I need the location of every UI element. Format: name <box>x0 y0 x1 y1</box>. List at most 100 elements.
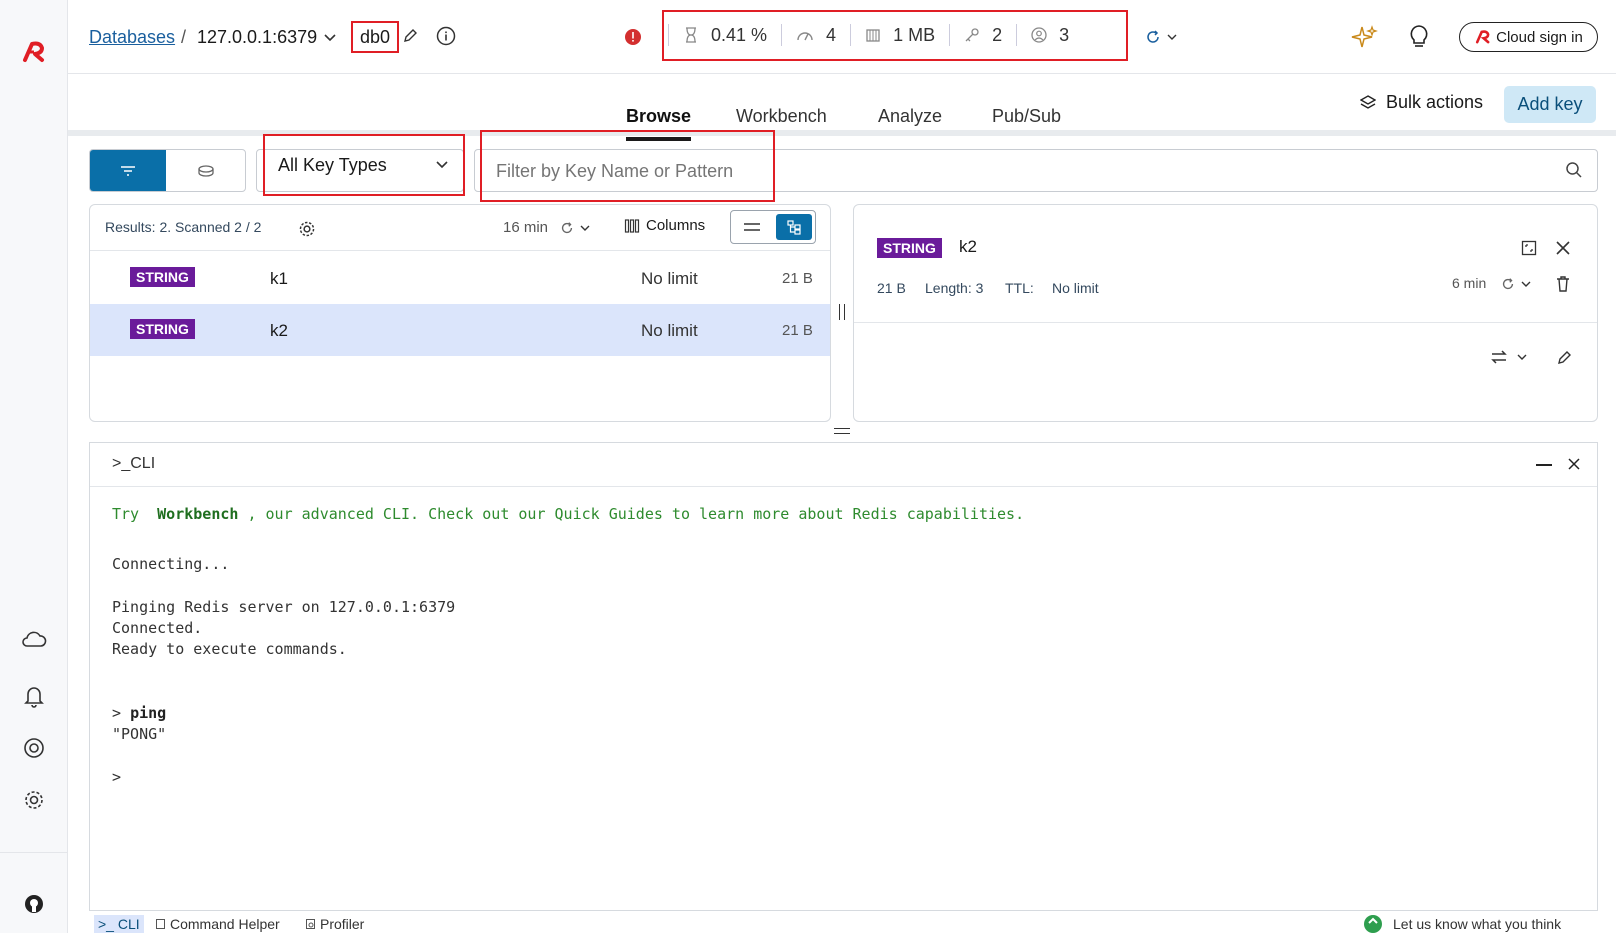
breadcrumb-databases-link[interactable]: Databases <box>89 27 175 48</box>
memory-icon <box>866 29 880 42</box>
cli-resize-handle[interactable] <box>834 428 850 434</box>
settings-gear-icon[interactable] <box>18 784 50 816</box>
search-input[interactable] <box>496 156 1096 186</box>
tab-pubsub[interactable]: Pub/Sub <box>992 106 1061 127</box>
detail-size: 21 B <box>877 280 906 296</box>
close-details-icon[interactable] <box>1554 239 1572 257</box>
tree-view-icon <box>787 220 801 235</box>
list-refresh-button[interactable] <box>559 220 591 236</box>
detail-key-name: k2 <box>959 237 977 256</box>
cli-tab-label: >_ CLI <box>98 916 140 932</box>
key-type-badge: STRING <box>130 267 195 287</box>
chevron-down-icon <box>1517 354 1527 360</box>
database-stats: 0.41 % 4 1 MB 2 3 <box>668 24 1069 46</box>
sidebar <box>0 0 68 933</box>
auto-refresh-button[interactable] <box>1144 28 1178 46</box>
sidebar-divider <box>0 852 68 853</box>
detail-refresh-button[interactable] <box>1500 276 1532 292</box>
tab-workbench[interactable]: Workbench <box>736 106 827 127</box>
command-helper-button[interactable]: Command Helper <box>155 916 280 932</box>
stat-ops-value: 4 <box>826 24 837 45</box>
key-details-panel: STRING k2 21 B Length: 3 TTL: No limit 6… <box>853 204 1598 422</box>
stat-memory: 1 MB <box>865 25 935 46</box>
stat-separator <box>850 24 852 46</box>
host-selector[interactable]: 127.0.0.1:6379 <box>197 27 337 48</box>
detail-ttl-label: TTL: <box>1005 280 1034 296</box>
notification-bell-icon[interactable] <box>18 680 50 712</box>
detail-length: Length: 3 <box>925 280 984 296</box>
cli-ready: Ready to execute commands. <box>112 640 347 658</box>
cloud-sign-in-button[interactable]: Cloud sign in <box>1459 22 1598 52</box>
chevron-down-icon <box>1167 34 1177 40</box>
chevron-down-icon <box>436 161 448 169</box>
edit-db-pencil-icon[interactable] <box>402 28 418 44</box>
panel-resize-handle[interactable] <box>839 304 845 320</box>
key-ttl: No limit <box>641 269 698 288</box>
github-icon[interactable] <box>18 888 50 920</box>
search-view-button[interactable] <box>166 150 245 191</box>
table-row-selected[interactable]: STRING k2 No limit 21 B <box>90 304 830 356</box>
scan-settings-gear-icon[interactable] <box>298 220 316 238</box>
cli-tab-button[interactable]: >_ CLI <box>94 915 144 933</box>
list-view-button[interactable] <box>731 211 773 243</box>
detail-type-badge: STRING <box>877 238 942 258</box>
key-type-select[interactable]: All Key Types <box>263 134 465 196</box>
search-icon[interactable] <box>1565 161 1583 179</box>
feedback-link[interactable]: Let us know what you think <box>1363 914 1561 933</box>
breadcrumb-separator: / <box>181 27 187 47</box>
stat-memory-value: 1 MB <box>893 24 936 45</box>
minimize-cli-icon[interactable] <box>1536 464 1552 466</box>
profiler-label: Profiler <box>320 916 365 932</box>
tree-view-button[interactable] <box>776 214 812 240</box>
columns-button[interactable]: Columns <box>624 217 705 234</box>
key-name: k2 <box>270 321 288 340</box>
db-index-box[interactable]: db0 <box>351 21 399 53</box>
close-cli-icon[interactable] <box>1567 457 1581 471</box>
cli-input-prompt[interactable]: > <box>112 768 121 786</box>
detail-ttl-value[interactable]: No limit <box>1052 280 1099 296</box>
chevron-down-icon <box>324 33 336 41</box>
format-selector[interactable] <box>1490 349 1528 365</box>
stat-separator <box>668 24 669 46</box>
document-icon <box>156 919 165 929</box>
feedback-label: Let us know what you think <box>1393 915 1562 932</box>
add-key-button[interactable]: Add key <box>1504 86 1596 123</box>
ai-assistant-sparkle-icon[interactable] <box>1350 24 1378 52</box>
help-center-icon[interactable] <box>18 732 50 764</box>
cloud-icon[interactable] <box>18 623 50 655</box>
cli-workbench-link[interactable]: Workbench <box>157 505 238 523</box>
delete-key-trash-icon[interactable] <box>1555 275 1571 293</box>
chevron-down-icon <box>1521 281 1531 287</box>
feedback-icon <box>1364 915 1382 933</box>
table-row[interactable]: STRING k1 No limit 21 B <box>90 252 830 304</box>
cli-title: >_CLI <box>112 455 156 472</box>
insights-lightbulb-icon[interactable] <box>1408 24 1430 50</box>
chevron-down-icon <box>580 225 590 231</box>
list-refresh-time: 16 min <box>503 219 549 236</box>
bulk-actions-button[interactable]: Bulk actions <box>1360 92 1483 113</box>
detail-divider <box>854 322 1597 323</box>
refresh-icon <box>1147 30 1159 43</box>
cli-prompt: > <box>112 704 122 722</box>
key-size: 21 B <box>782 270 813 287</box>
list-view-toggle <box>730 210 816 244</box>
error-indicator-icon[interactable] <box>624 28 642 46</box>
profiler-icon <box>306 919 315 929</box>
info-icon[interactable] <box>436 26 456 46</box>
cli-connected: Connected. <box>112 619 203 637</box>
fullscreen-icon[interactable] <box>1521 240 1537 256</box>
edit-value-pencil-icon[interactable] <box>1556 350 1572 366</box>
stat-keys-value: 2 <box>992 24 1003 45</box>
tab-browse[interactable]: Browse <box>626 106 692 141</box>
redis-logo-icon[interactable] <box>18 36 50 68</box>
stat-cpu-value: 0.41 % <box>711 24 768 45</box>
stat-separator <box>1016 24 1018 46</box>
stat-keys: 2 <box>964 25 1002 46</box>
filter-view-button[interactable] <box>90 150 166 191</box>
key-list-panel: Results: 2. Scanned 2 / 2 16 min Columns… <box>89 204 831 422</box>
tab-analyze[interactable]: Analyze <box>878 106 942 127</box>
key-type-selected: All Key Types <box>278 154 387 175</box>
profiler-button[interactable]: Profiler <box>305 916 364 932</box>
add-key-label: Add key <box>1517 94 1583 114</box>
db-index-label: db0 <box>359 26 391 47</box>
